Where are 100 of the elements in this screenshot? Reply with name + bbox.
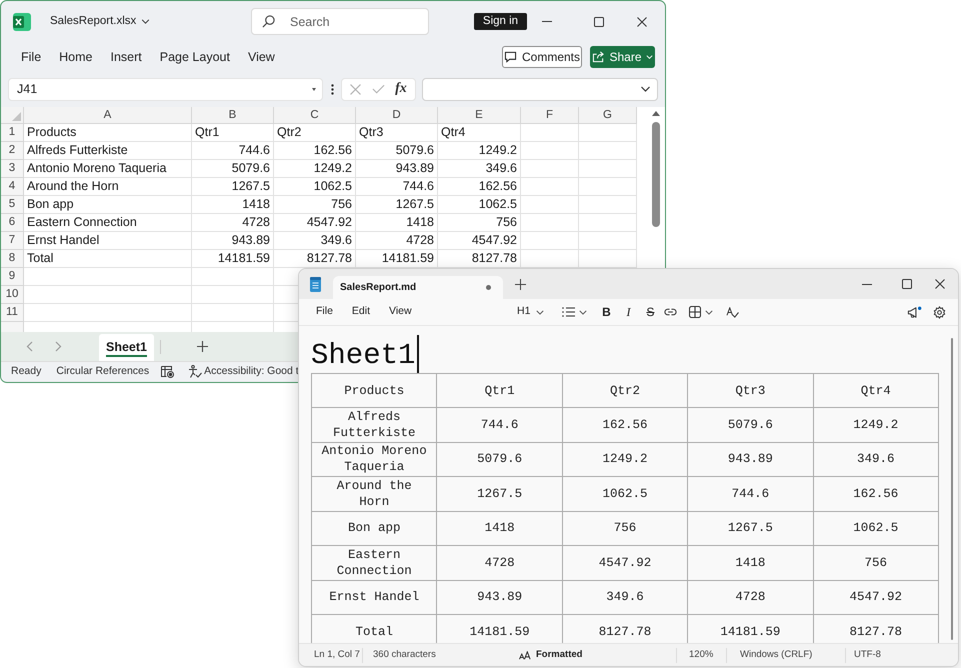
- ribbon-tab[interactable]: Page Layout: [150, 45, 239, 69]
- empty-cell[interactable]: [579, 142, 637, 160]
- scrollbar-thumb[interactable]: [951, 338, 953, 640]
- strikethrough-button[interactable]: S: [639, 301, 662, 323]
- empty-cell[interactable]: [521, 142, 579, 160]
- table-cell[interactable]: Products: [24, 124, 192, 142]
- table-cell[interactable]: 756: [438, 214, 521, 232]
- file-name-button[interactable]: SalesReport.xlsx: [50, 10, 150, 34]
- empty-cell[interactable]: [521, 232, 579, 250]
- row-header[interactable]: 10: [1, 286, 24, 304]
- more-icon[interactable]: [331, 84, 334, 94]
- table-cell[interactable]: 162.56: [274, 142, 356, 160]
- table-cell[interactable]: 1267.5: [192, 178, 274, 196]
- column-header[interactable]: D: [356, 107, 438, 124]
- status-text[interactable]: Ln 1, Col 7: [314, 648, 360, 662]
- settings-icon[interactable]: [933, 306, 946, 318]
- table-cell[interactable]: 1267.5: [356, 196, 438, 214]
- empty-cell[interactable]: [521, 124, 579, 142]
- maximize-icon[interactable]: [594, 16, 604, 26]
- status-text[interactable]: 120%: [689, 648, 714, 662]
- ribbon-tab[interactable]: Insert: [102, 45, 151, 69]
- table-cell[interactable]: 744.6: [356, 178, 438, 196]
- empty-cell[interactable]: [579, 160, 637, 178]
- table-cell[interactable]: 744.6: [192, 142, 274, 160]
- column-header[interactable]: G: [579, 107, 637, 124]
- table-cell[interactable]: Qtr2: [274, 124, 356, 142]
- table-cell[interactable]: 4728: [356, 232, 438, 250]
- table-cell[interactable]: 4547.92: [438, 232, 521, 250]
- accessibility-icon[interactable]: [188, 365, 202, 378]
- row-header[interactable]: 11: [1, 304, 24, 322]
- empty-cell[interactable]: [192, 304, 274, 322]
- column-header[interactable]: A: [24, 107, 192, 124]
- table-circle-icon[interactable]: [161, 366, 174, 378]
- empty-cell[interactable]: [579, 232, 637, 250]
- table-cell[interactable]: Eastern Connection: [24, 214, 192, 232]
- view-mode-button[interactable]: Formatted: [519, 648, 582, 662]
- cancel-icon[interactable]: [350, 84, 362, 94]
- menu-item[interactable]: View: [382, 301, 419, 323]
- chevron-left-icon[interactable]: [26, 341, 33, 352]
- column-header[interactable]: C: [274, 107, 356, 124]
- row-header[interactable]: 1: [1, 124, 24, 142]
- table-cell[interactable]: Bon app: [24, 196, 192, 214]
- row-header[interactable]: 7: [1, 232, 24, 250]
- table-cell[interactable]: Alfreds Futterkiste: [24, 142, 192, 160]
- row-header[interactable]: 9: [1, 268, 24, 286]
- table-cell[interactable]: 1418: [192, 196, 274, 214]
- insert-function-button[interactable]: fx: [395, 81, 407, 97]
- table-cell[interactable]: 1418: [356, 214, 438, 232]
- empty-cell[interactable]: [192, 286, 274, 304]
- ribbon-tab[interactable]: Home: [50, 45, 102, 69]
- ribbon-tab[interactable]: View: [238, 45, 284, 69]
- row-header[interactable]: 3: [1, 160, 24, 178]
- column-header[interactable]: B: [192, 107, 274, 124]
- column-header[interactable]: E: [438, 107, 521, 124]
- empty-cell[interactable]: [579, 196, 637, 214]
- status-text[interactable]: Windows (CRLF): [740, 648, 812, 662]
- scrollbar-thumb[interactable]: [652, 122, 660, 227]
- link-icon[interactable]: [664, 308, 678, 316]
- table-cell[interactable]: 1249.2: [274, 160, 356, 178]
- heading-level-button[interactable]: H1: [509, 301, 552, 323]
- table-cell[interactable]: 1062.5: [438, 196, 521, 214]
- empty-cell[interactable]: [579, 124, 637, 142]
- table-cell[interactable]: 349.6: [274, 232, 356, 250]
- menu-item[interactable]: File: [309, 301, 340, 323]
- table-cell[interactable]: 4547.92: [274, 214, 356, 232]
- name-box[interactable]: J41: [8, 78, 323, 100]
- table-cell[interactable]: 4728: [192, 214, 274, 232]
- empty-cell[interactable]: [521, 214, 579, 232]
- scroll-up-arrow-icon[interactable]: [652, 111, 660, 116]
- sheet-tab[interactable]: Sheet1: [99, 334, 154, 361]
- close-icon[interactable]: [935, 279, 945, 289]
- row-header[interactable]: 8: [1, 250, 24, 268]
- table-cell[interactable]: Antonio Moreno Taqueria: [24, 160, 192, 178]
- table-cell[interactable]: 1249.2: [438, 142, 521, 160]
- row-header[interactable]: 4: [1, 178, 24, 196]
- select-all-button[interactable]: [1, 107, 24, 124]
- table-cell[interactable]: 756: [274, 196, 356, 214]
- empty-cell[interactable]: [521, 196, 579, 214]
- table-cell[interactable]: Qtr1: [192, 124, 274, 142]
- empty-cell[interactable]: [579, 178, 637, 196]
- close-icon[interactable]: [637, 16, 647, 26]
- table-cell[interactable]: 943.89: [192, 232, 274, 250]
- spellcheck-icon[interactable]: [726, 306, 740, 318]
- share-button[interactable]: Share: [590, 46, 655, 68]
- row-header[interactable]: 2: [1, 142, 24, 160]
- italic-button[interactable]: I: [617, 301, 640, 323]
- table-cell[interactable]: Total: [24, 250, 192, 268]
- empty-cell[interactable]: [521, 178, 579, 196]
- status-text[interactable]: Circular References: [56, 364, 150, 380]
- comments-button[interactable]: Comments: [502, 46, 582, 68]
- chevron-right-icon[interactable]: [55, 341, 62, 352]
- status-text[interactable]: UTF-8: [854, 648, 881, 662]
- empty-cell[interactable]: [521, 160, 579, 178]
- ribbon-tab[interactable]: File: [12, 45, 50, 69]
- menu-item[interactable]: Edit: [344, 301, 378, 323]
- empty-cell[interactable]: [192, 268, 274, 286]
- table-cell[interactable]: 1062.5: [274, 178, 356, 196]
- table-cell[interactable]: Qtr3: [356, 124, 438, 142]
- table-cell[interactable]: Qtr4: [438, 124, 521, 142]
- plus-icon[interactable]: [515, 278, 526, 290]
